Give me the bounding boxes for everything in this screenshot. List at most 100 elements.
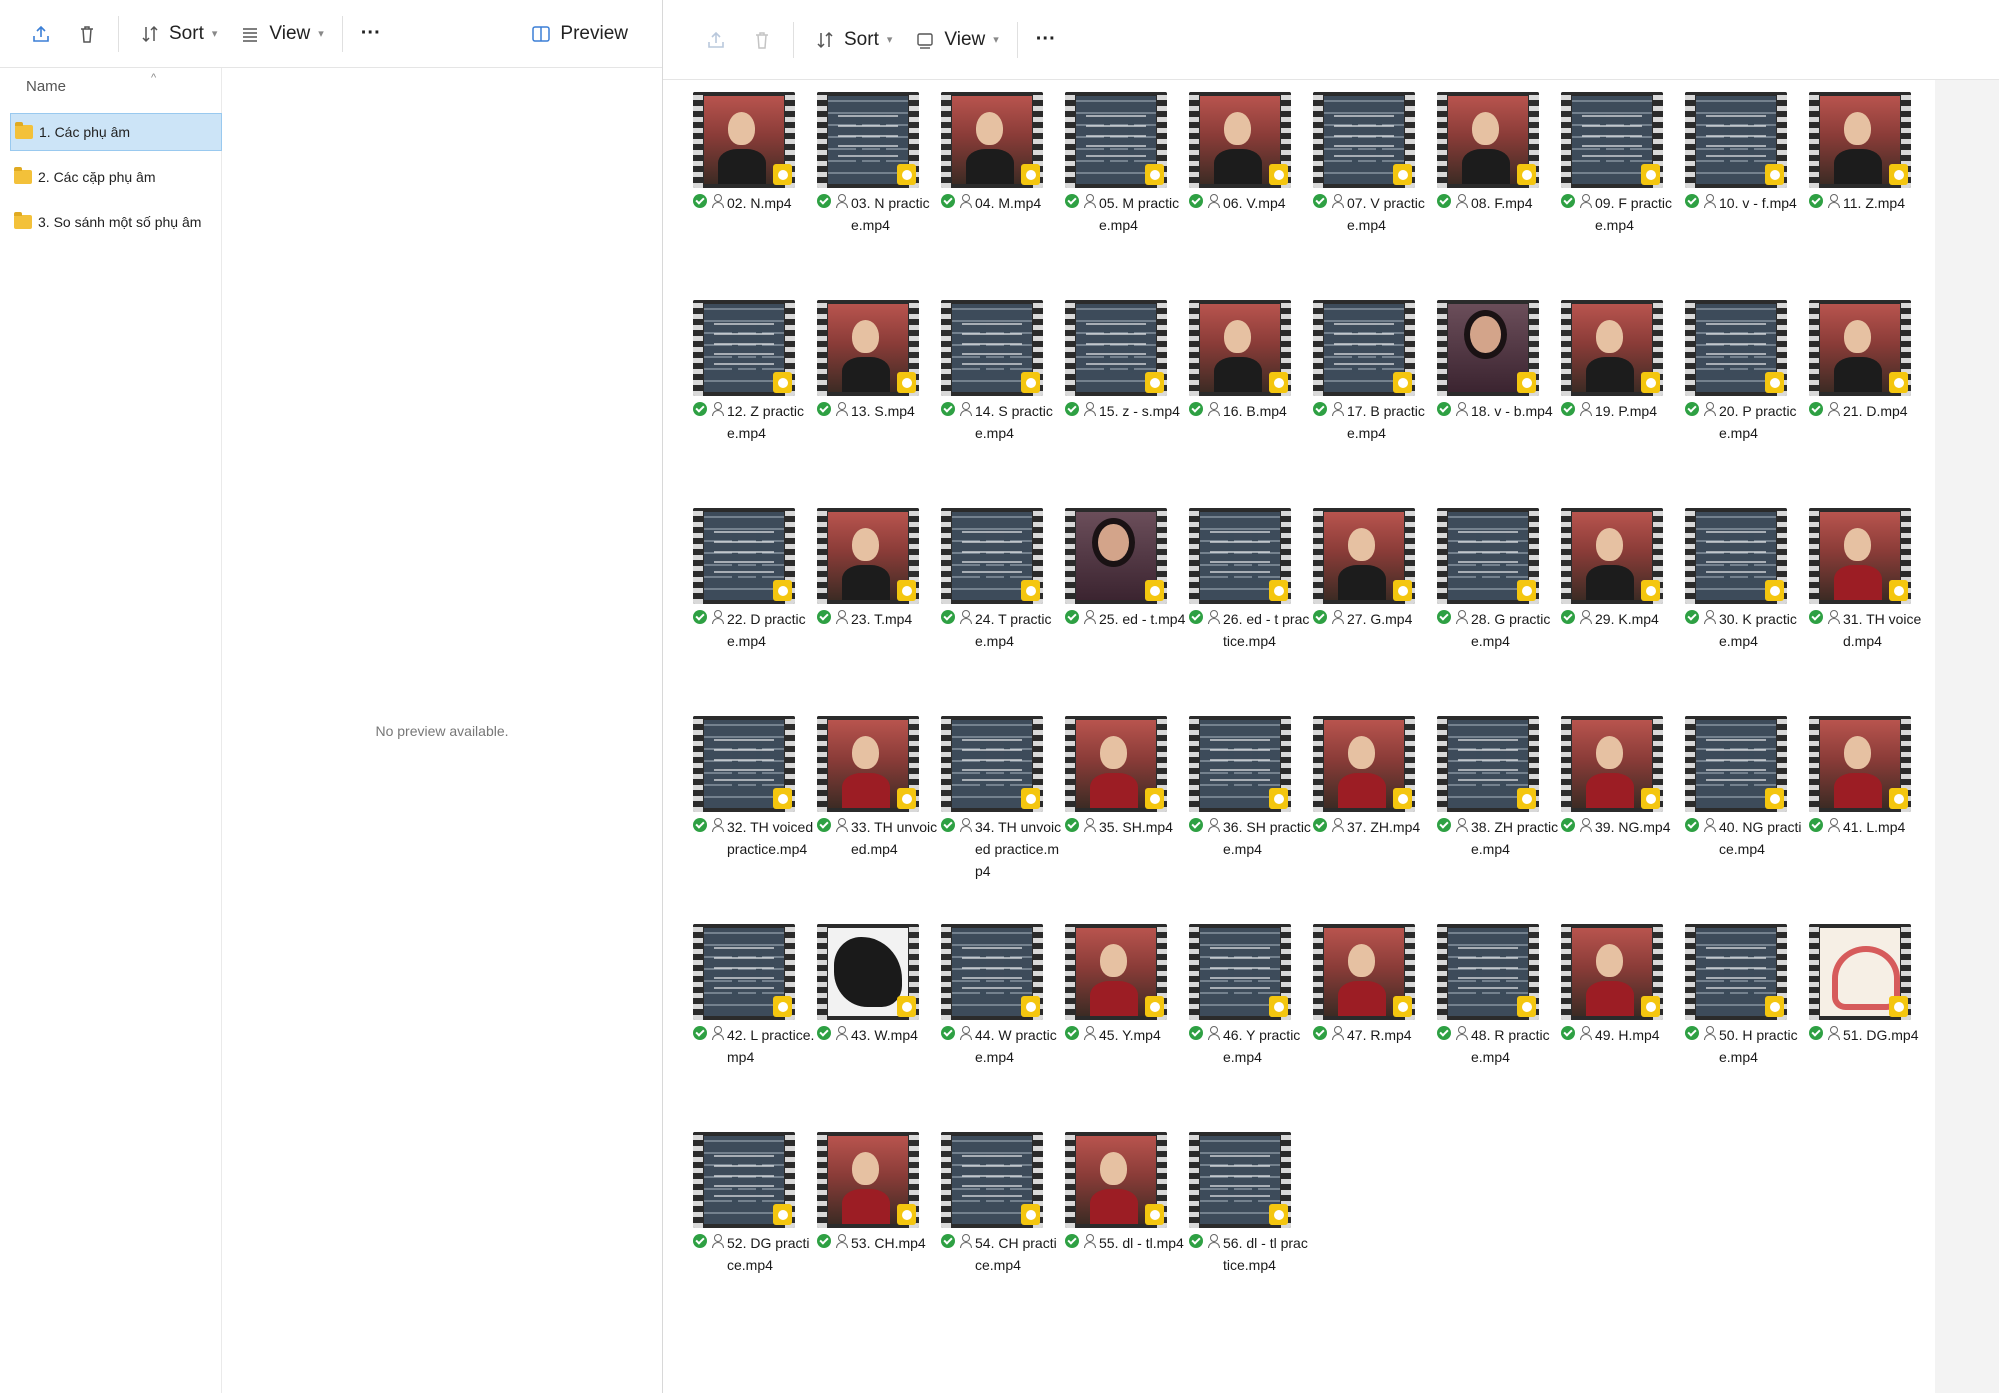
sync-status-icon [1065, 194, 1079, 208]
video-file-tile[interactable]: 06. V.mp4 [1187, 90, 1311, 298]
preview-button[interactable]: Preview [518, 14, 638, 54]
video-file-tile[interactable]: 53. CH.mp4 [815, 1130, 939, 1338]
video-file-tile[interactable]: 23. T.mp4 [815, 506, 939, 714]
file-name: 51. DG.mp4 [1843, 1027, 1919, 1043]
video-file-tile[interactable]: 10. v - f.mp4 [1683, 90, 1807, 298]
left-toolbar: Sort ▾ View ▾ ··· Preview [0, 0, 662, 68]
video-file-tile[interactable]: 47. R.mp4 [1311, 922, 1435, 1130]
sync-status-icon [941, 1234, 955, 1248]
video-file-tile[interactable]: 48. R practice.mp4 [1435, 922, 1559, 1130]
video-thumbnail [941, 508, 1043, 604]
player-app-icon [1889, 788, 1908, 809]
video-file-tile[interactable]: 54. CH practice.mp4 [939, 1130, 1063, 1338]
shared-person-icon [711, 194, 724, 208]
sort-button[interactable]: Sort ▾ [802, 20, 902, 60]
video-file-tile[interactable]: 50. H practice.mp4 [1683, 922, 1807, 1130]
video-file-tile[interactable]: 25. ed - t.mp4 [1063, 506, 1187, 714]
delete-button[interactable] [739, 20, 785, 60]
file-name: 38. ZH practice.mp4 [1471, 819, 1559, 857]
video-file-tile[interactable]: 49. H.mp4 [1559, 922, 1683, 1130]
folder-label: 2. Các cặp phụ âm [38, 169, 156, 185]
video-thumbnail [941, 716, 1043, 812]
video-file-tile[interactable]: 16. B.mp4 [1187, 298, 1311, 506]
player-app-icon [1393, 372, 1412, 393]
video-file-tile[interactable]: 02. N.mp4 [691, 90, 815, 298]
video-file-tile[interactable]: 13. S.mp4 [815, 298, 939, 506]
video-file-tile[interactable]: 08. F.mp4 [1435, 90, 1559, 298]
video-file-tile[interactable]: 56. dl - tl practice.mp4 [1187, 1130, 1311, 1338]
video-file-tile[interactable]: 36. SH practice.mp4 [1187, 714, 1311, 922]
video-file-tile[interactable]: 35. SH.mp4 [1063, 714, 1187, 922]
video-file-tile[interactable]: 12. Z practice.mp4 [691, 298, 815, 506]
name-column-header[interactable]: Name [26, 78, 66, 95]
video-file-tile[interactable]: 04. M.mp4 [939, 90, 1063, 298]
sort-button[interactable]: Sort ▾ [127, 14, 227, 54]
thumbnail-frame [1820, 512, 1900, 600]
folder-item[interactable]: 2. Các cặp phụ âm [10, 158, 222, 196]
video-file-tile[interactable]: 27. G.mp4 [1311, 506, 1435, 714]
player-app-icon [1021, 580, 1040, 601]
video-file-tile[interactable]: 30. K practice.mp4 [1683, 506, 1807, 714]
video-file-tile[interactable]: 33. TH unvoiced.mp4 [815, 714, 939, 922]
video-file-tile[interactable]: 19. P.mp4 [1559, 298, 1683, 506]
player-app-icon [1765, 996, 1784, 1017]
video-file-tile[interactable]: 28. G practice.mp4 [1435, 506, 1559, 714]
video-thumbnail [1561, 300, 1663, 396]
video-file-tile[interactable]: 43. W.mp4 [815, 922, 939, 1130]
video-thumbnail [1809, 300, 1911, 396]
thumbnail-frame [1572, 304, 1652, 392]
more-options-button[interactable]: ··· [1026, 20, 1066, 60]
shared-person-icon [1083, 194, 1096, 208]
share-button[interactable] [18, 14, 64, 54]
more-options-button[interactable]: ··· [351, 14, 391, 54]
view-label: View [269, 22, 311, 44]
video-file-tile[interactable]: 20. P practice.mp4 [1683, 298, 1807, 506]
video-file-tile[interactable]: 24. T practice.mp4 [939, 506, 1063, 714]
sync-status-icon [817, 1234, 831, 1248]
share-button[interactable] [693, 20, 739, 60]
thumbnail-frame [1820, 720, 1900, 808]
video-file-tile[interactable]: 41. L.mp4 [1807, 714, 1931, 922]
video-file-tile[interactable]: 11. Z.mp4 [1807, 90, 1931, 298]
video-file-tile[interactable]: 05. M practice.mp4 [1063, 90, 1187, 298]
sync-status-icon [1685, 194, 1699, 208]
video-file-tile[interactable]: 03. N practice.mp4 [815, 90, 939, 298]
video-file-tile[interactable]: 29. K.mp4 [1559, 506, 1683, 714]
video-file-tile[interactable]: 07. V practice.mp4 [1311, 90, 1435, 298]
video-file-tile[interactable]: 32. TH voiced practice.mp4 [691, 714, 815, 922]
file-name: 42. L practice.mp4 [727, 1027, 815, 1065]
video-file-tile[interactable]: 45. Y.mp4 [1063, 922, 1187, 1130]
video-file-tile[interactable]: 42. L practice.mp4 [691, 922, 815, 1130]
video-file-tile[interactable]: 09. F practice.mp4 [1559, 90, 1683, 298]
video-file-tile[interactable]: 40. NG practice.mp4 [1683, 714, 1807, 922]
view-button[interactable]: View ▾ [227, 14, 333, 54]
video-file-tile[interactable]: 34. TH unvoiced practice.mp4 [939, 714, 1063, 922]
film-strip-edge [693, 716, 703, 812]
video-file-tile[interactable]: 46. Y practice.mp4 [1187, 922, 1311, 1130]
video-file-tile[interactable]: 31. TH voiced.mp4 [1807, 506, 1931, 714]
video-file-tile[interactable]: 15. z - s.mp4 [1063, 298, 1187, 506]
video-file-tile[interactable]: 37. ZH.mp4 [1311, 714, 1435, 922]
folder-item[interactable]: 3. So sánh một số phụ âm [10, 203, 222, 241]
folder-item[interactable]: 1. Các phụ âm [10, 113, 222, 151]
video-file-tile[interactable]: 18. v - b.mp4 [1435, 298, 1559, 506]
video-file-tile[interactable]: 55. dl - tl.mp4 [1063, 1130, 1187, 1338]
player-app-icon [897, 580, 916, 601]
sync-status-icon [1189, 1026, 1203, 1040]
delete-button[interactable] [64, 14, 110, 54]
video-file-tile[interactable]: 14. S practice.mp4 [939, 298, 1063, 506]
video-file-tile[interactable]: 38. ZH practice.mp4 [1435, 714, 1559, 922]
view-button[interactable]: View ▾ [902, 20, 1008, 60]
video-file-tile[interactable]: 26. ed - t practice.mp4 [1187, 506, 1311, 714]
player-app-icon [1145, 1204, 1164, 1225]
video-file-tile[interactable]: 21. D.mp4 [1807, 298, 1931, 506]
video-file-tile[interactable]: 17. B practice.mp4 [1311, 298, 1435, 506]
video-file-tile[interactable]: 22. D practice.mp4 [691, 506, 815, 714]
video-file-tile[interactable]: 39. NG.mp4 [1559, 714, 1683, 922]
video-file-tile[interactable]: 44. W practice.mp4 [939, 922, 1063, 1130]
share-icon [703, 27, 729, 53]
file-name: 21. D.mp4 [1843, 403, 1908, 419]
thumbnail-frame [828, 720, 908, 808]
video-file-tile[interactable]: 51. DG.mp4 [1807, 922, 1931, 1130]
video-file-tile[interactable]: 52. DG practice.mp4 [691, 1130, 815, 1338]
